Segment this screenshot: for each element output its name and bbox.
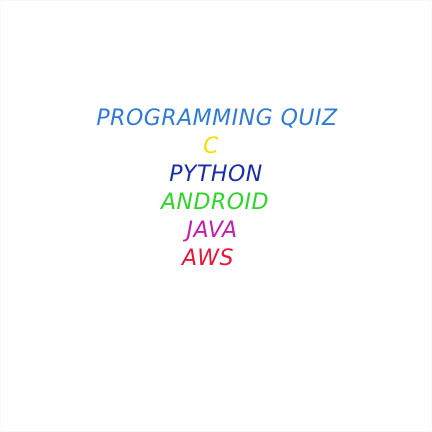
- app-title: PROGRAMMING QUIZ: [96, 106, 338, 131]
- menu-item-java[interactable]: JAVA: [186, 217, 237, 245]
- menu-item-android[interactable]: ANDROID: [161, 189, 269, 217]
- quiz-menu: PROGRAMMING QUIZ C PYTHON ANDROID JAVA A…: [1, 105, 432, 273]
- menu-item-aws[interactable]: AWS: [182, 245, 234, 273]
- quiz-home-screen: PROGRAMMING QUIZ C PYTHON ANDROID JAVA A…: [0, 0, 432, 432]
- menu-item-c[interactable]: C: [203, 133, 219, 161]
- menu-item-python[interactable]: PYTHON: [169, 161, 262, 189]
